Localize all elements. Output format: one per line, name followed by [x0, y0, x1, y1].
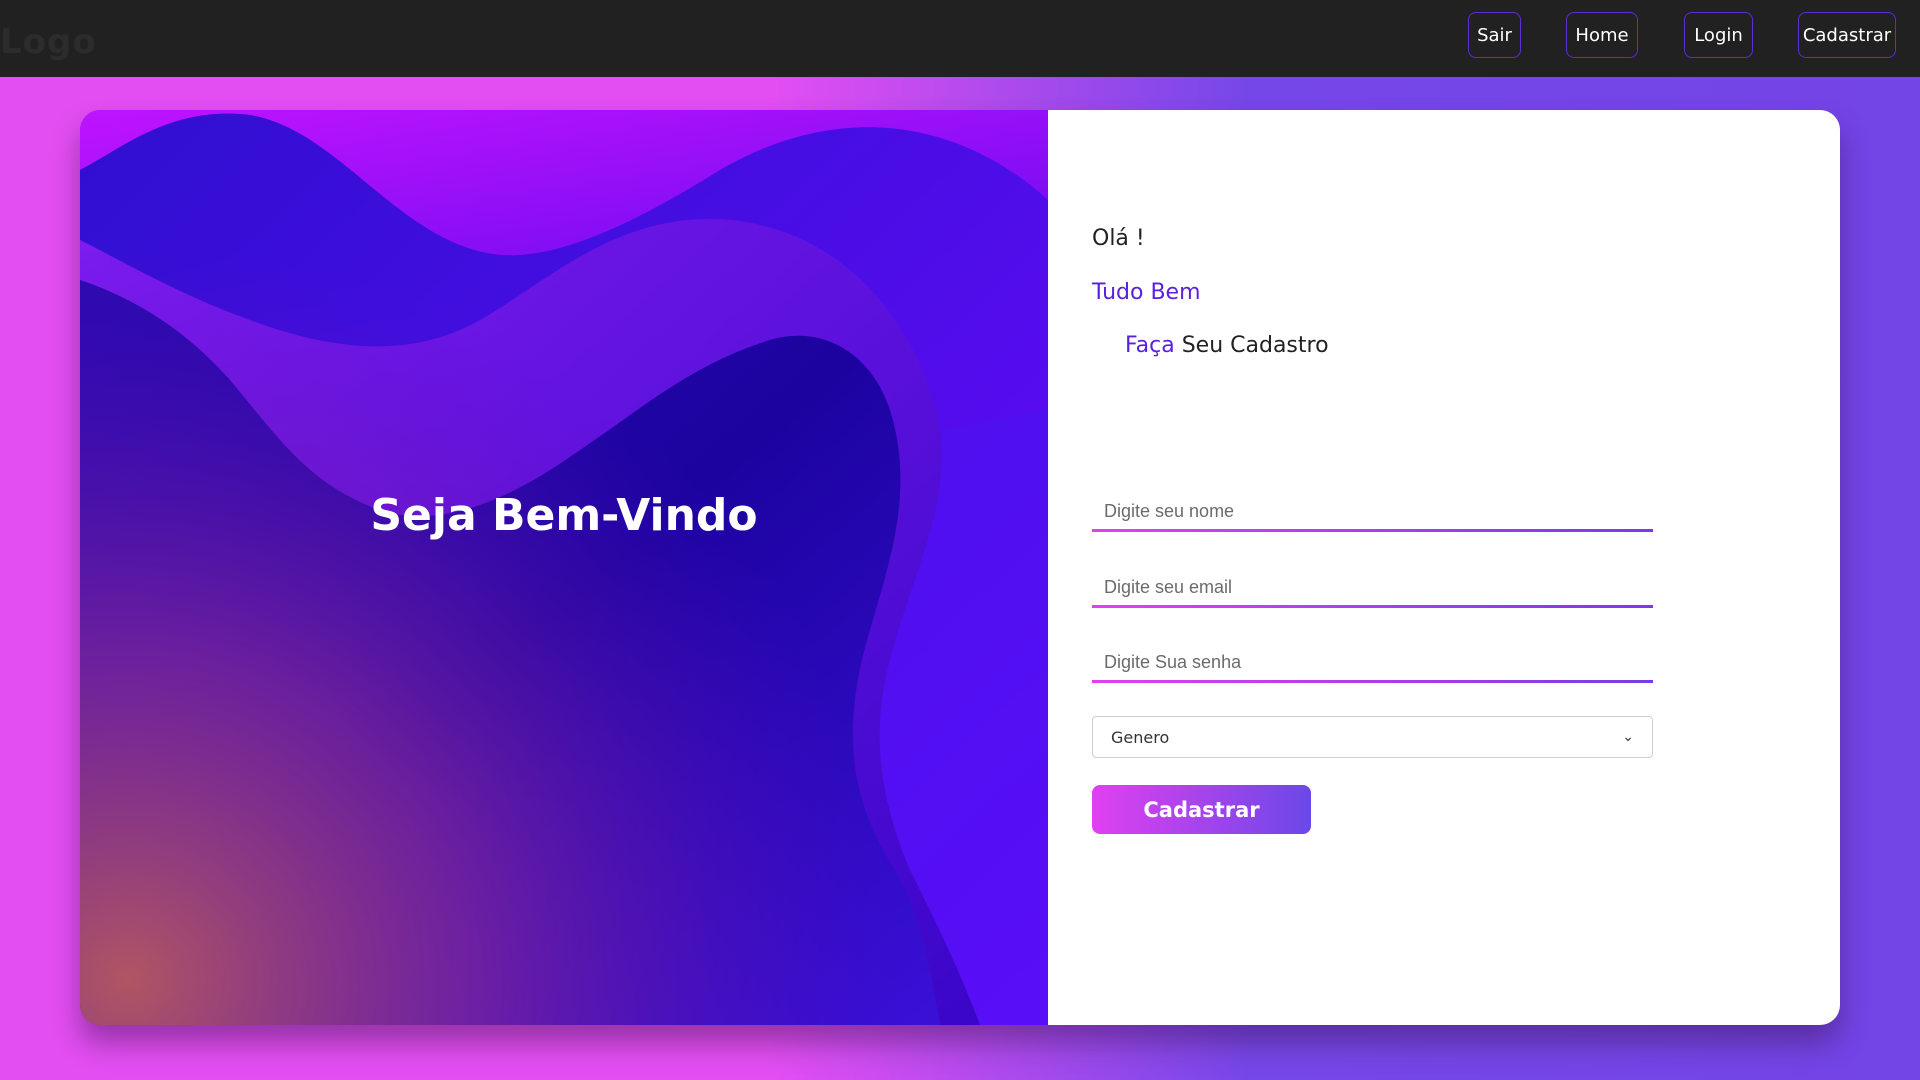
email-input-underline	[1092, 605, 1653, 608]
password-input[interactable]	[1092, 642, 1653, 682]
email-input[interactable]	[1092, 567, 1653, 607]
greeting-text: Olá !	[1092, 226, 1145, 251]
chevron-down-icon: ⌄	[1622, 729, 1634, 745]
signup-prompt: Faça Seu Cadastro	[1125, 333, 1329, 358]
wave-background	[80, 110, 1048, 1025]
gender-select-value: Genero	[1111, 727, 1170, 747]
name-input[interactable]	[1092, 491, 1653, 531]
signup-card: Seja Bem-Vindo Olá ! Tudo Bem Faça Seu C…	[80, 110, 1840, 1025]
nav-button-home[interactable]: Home	[1566, 12, 1638, 58]
signup-prompt-rest: Seu Cadastro	[1181, 333, 1329, 358]
signup-prompt-accent: Faça	[1125, 333, 1175, 358]
logo[interactable]: Logo	[0, 22, 97, 62]
subtitle-text: Tudo Bem	[1092, 280, 1201, 305]
welcome-heading: Seja Bem-Vindo	[370, 490, 758, 541]
navbar: Logo Sair Home Login Cadastrar	[0, 0, 1920, 77]
gender-select[interactable]: Genero ⌄	[1092, 716, 1653, 758]
nav-button-sair[interactable]: Sair	[1468, 12, 1521, 58]
nav-button-login[interactable]: Login	[1684, 12, 1753, 58]
signup-form: Olá ! Tudo Bem Faça Seu Cadastro Genero …	[1092, 110, 1792, 1025]
cadastrar-button[interactable]: Cadastrar	[1092, 785, 1311, 834]
nav-button-cadastrar[interactable]: Cadastrar	[1798, 12, 1896, 58]
password-input-underline	[1092, 680, 1653, 683]
name-input-underline	[1092, 529, 1653, 532]
hero-artwork: Seja Bem-Vindo	[80, 110, 1048, 1025]
